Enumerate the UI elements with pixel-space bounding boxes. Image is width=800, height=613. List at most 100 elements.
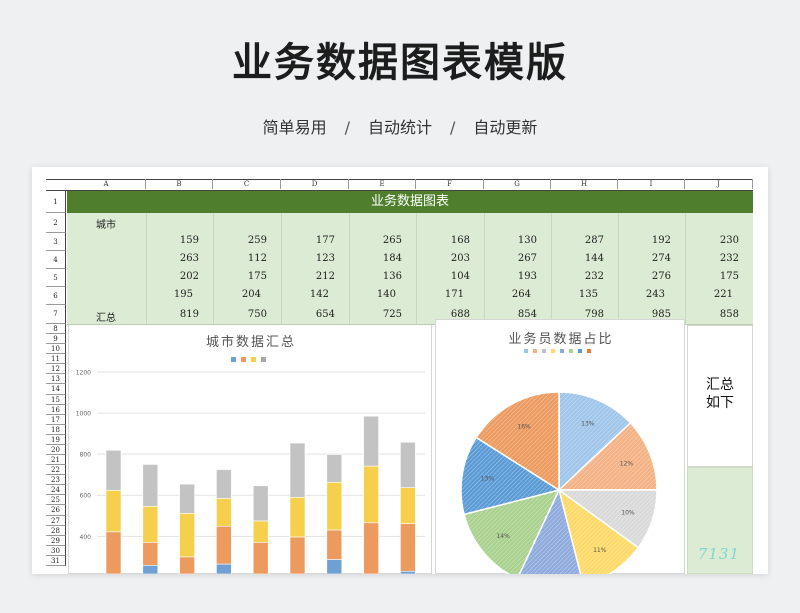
total-cell[interactable]: 819 [146, 309, 213, 320]
row-header-9[interactable]: 9 [46, 334, 66, 345]
row-header-16[interactable]: 16 [46, 404, 66, 415]
bar-segment[interactable] [252, 485, 269, 522]
bar-segment[interactable] [216, 525, 232, 565]
total-cell[interactable]: 750 [213, 309, 281, 320]
bar-segment[interactable] [142, 564, 159, 574]
row-header-28[interactable]: 28 [46, 525, 66, 536]
row-header-21[interactable]: 21 [46, 455, 66, 466]
row-header-18[interactable]: 18 [46, 424, 66, 435]
table-cell[interactable]: 135 [551, 289, 618, 300]
city-label[interactable]: 城市 [96, 216, 116, 231]
row-header-11[interactable]: 11 [46, 354, 66, 365]
table-cell[interactable]: 177 [281, 235, 349, 246]
table-cell[interactable]: 175 [685, 271, 753, 282]
table-cell[interactable]: 243 [618, 289, 685, 300]
row-header-22[interactable]: 22 [46, 465, 66, 476]
table-cell[interactable]: 123 [281, 253, 349, 264]
row-header-13[interactable]: 13 [46, 374, 66, 385]
table-cell[interactable]: 136 [349, 271, 416, 282]
bar-segment[interactable] [216, 469, 232, 499]
bar-chart-panel[interactable]: 城市数据汇总 1200 1000 800 600 400 [68, 325, 432, 574]
table-cell[interactable]: 267 [484, 253, 551, 264]
row-header-27[interactable]: 27 [46, 515, 66, 526]
table-cell[interactable]: 104 [416, 271, 484, 282]
column-header-J[interactable]: J [685, 179, 753, 189]
total-cell[interactable]: 654 [281, 309, 349, 320]
total-cell[interactable]: 725 [349, 309, 416, 320]
table-cell[interactable]: 230 [685, 235, 753, 246]
bar-segment[interactable] [142, 506, 159, 543]
row-header-12[interactable]: 12 [46, 364, 66, 375]
summary-label-cell[interactable]: 汇总 如下 [687, 325, 753, 467]
bar-segment[interactable] [216, 563, 232, 574]
bar-segment[interactable] [363, 522, 379, 574]
table-cell[interactable]: 171 [416, 289, 484, 300]
bar-segment[interactable] [216, 498, 232, 527]
bar-segment[interactable] [363, 415, 379, 467]
row-city[interactable] [67, 213, 753, 234]
row-header-25[interactable]: 25 [46, 495, 66, 506]
table-cell[interactable]: 264 [484, 289, 551, 300]
row-header-19[interactable]: 19 [46, 434, 66, 445]
table-cell[interactable]: 263 [146, 253, 213, 264]
bar-segment[interactable] [400, 523, 416, 572]
bar-segment[interactable] [179, 513, 195, 558]
table-cell[interactable]: 175 [213, 271, 281, 282]
table-cell[interactable]: 193 [484, 271, 551, 282]
column-header-G[interactable]: G [484, 179, 551, 189]
bar-segment[interactable] [326, 454, 343, 483]
bar-segment[interactable] [326, 559, 343, 574]
table-cell[interactable]: 142 [281, 289, 349, 300]
column-header-F[interactable]: F [416, 179, 484, 189]
table-cell[interactable]: 202 [146, 271, 213, 282]
table-cell[interactable]: 221 [685, 289, 753, 300]
column-header-A[interactable]: A [67, 179, 146, 189]
column-header-H[interactable]: H [551, 179, 618, 189]
column-header-I[interactable]: I [618, 179, 685, 189]
pie-chart-panel[interactable]: 业务员数据占比 13% 12% 10% 11% 14% 13% 16% [435, 319, 685, 574]
banner-row[interactable]: 业务数据图表 [67, 191, 753, 213]
bar-segment[interactable] [289, 536, 306, 574]
bar-segment[interactable] [289, 496, 306, 538]
bar-segment[interactable] [363, 465, 379, 524]
bar-segment[interactable] [400, 441, 416, 488]
row-header-24[interactable]: 24 [46, 485, 66, 496]
bar-segment[interactable] [142, 464, 159, 507]
bar-segment[interactable] [179, 483, 195, 514]
table-cell[interactable]: 159 [146, 235, 213, 246]
bar-segment[interactable] [105, 531, 122, 574]
row-header-29[interactable]: 29 [46, 535, 66, 546]
column-header-B[interactable]: B [146, 179, 213, 189]
total-label[interactable]: 汇总 [96, 309, 116, 324]
row-header-3[interactable]: 3 [46, 233, 66, 251]
bar-segment[interactable] [142, 541, 159, 566]
table-cell[interactable]: 192 [618, 235, 685, 246]
row-header-4[interactable]: 4 [46, 251, 66, 269]
bar-segment[interactable] [179, 556, 195, 574]
row-header-5[interactable]: 5 [46, 269, 66, 287]
bar-segment[interactable] [289, 442, 306, 498]
table-cell[interactable]: 168 [416, 235, 484, 246]
row-header-20[interactable]: 20 [46, 444, 66, 456]
table-cell[interactable]: 204 [213, 289, 281, 300]
table-cell[interactable]: 259 [213, 235, 281, 246]
bar-segment[interactable] [105, 490, 122, 533]
table-cell[interactable]: 140 [349, 289, 416, 300]
table-cell[interactable]: 203 [416, 253, 484, 264]
bar-segment[interactable] [400, 487, 416, 524]
bar-segment[interactable] [252, 541, 269, 574]
table-cell[interactable]: 265 [349, 235, 416, 246]
column-header-E[interactable]: E [349, 179, 416, 189]
row-header-26[interactable]: 26 [46, 505, 66, 516]
bar-segment[interactable] [400, 570, 416, 574]
table-cell[interactable]: 232 [551, 271, 618, 282]
total-cell[interactable]: 858 [685, 309, 753, 320]
table-cell[interactable]: 184 [349, 253, 416, 264]
bar-segment[interactable] [326, 481, 343, 531]
table-cell[interactable]: 232 [685, 253, 753, 264]
row-header-10[interactable]: 10 [46, 344, 66, 355]
table-cell[interactable]: 144 [551, 253, 618, 264]
row-header-7[interactable]: 7 [46, 305, 66, 324]
column-header-D[interactable]: D [281, 179, 349, 189]
table-cell[interactable]: 212 [281, 271, 349, 282]
